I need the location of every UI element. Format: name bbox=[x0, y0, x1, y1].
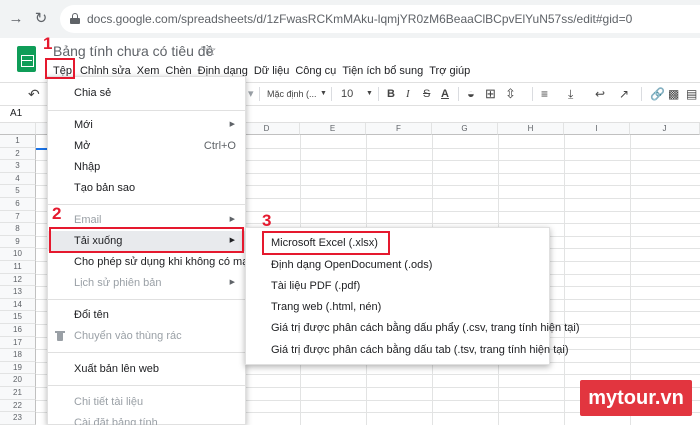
annotation-step-1: 1 bbox=[43, 34, 53, 53]
column-header-j[interactable]: J bbox=[630, 123, 700, 135]
insert-link-icon[interactable]: 🔗 bbox=[650, 86, 665, 102]
row-header[interactable]: 15 bbox=[0, 311, 36, 324]
row-header[interactable]: 2 bbox=[0, 147, 36, 161]
row-header[interactable]: 19 bbox=[0, 361, 36, 375]
strikethrough-button[interactable]: S bbox=[423, 86, 430, 102]
download-tsv[interactable]: Giá trị được phân cách bằng dấu tab (.ts… bbox=[246, 340, 568, 361]
document-title[interactable]: Bảng tính chưa có tiêu đề bbox=[53, 43, 213, 59]
annotation-box-file-menu bbox=[45, 58, 75, 79]
menu-item-share[interactable]: Chia sẻ bbox=[48, 83, 245, 103]
mytour-watermark: mytour.vn bbox=[580, 380, 692, 416]
undo-icon[interactable]: ↶ bbox=[28, 86, 40, 102]
menu-item-version-history: Lịch sử phiên bản ▶ bbox=[48, 273, 245, 293]
menu-item-settings: Cài đặt bảng tính bbox=[74, 417, 158, 425]
annotation-step-3: 3 bbox=[262, 211, 272, 230]
back-arrow-icon[interactable]: → bbox=[6, 9, 26, 29]
text-color-button[interactable]: A bbox=[441, 86, 449, 102]
menu-help[interactable]: Trợ giúp bbox=[426, 62, 473, 80]
menu-item-publish[interactable]: Xuất bản lên web bbox=[48, 359, 245, 379]
menu-item-new[interactable]: Mới ▶ bbox=[48, 115, 245, 135]
row-header[interactable]: 5 bbox=[0, 185, 36, 198]
row-header[interactable]: 3 bbox=[0, 160, 36, 173]
row-header[interactable]: 12 bbox=[0, 273, 36, 287]
menu-item-trash: Chuyển vào thùng rác bbox=[48, 326, 245, 346]
select-all-corner[interactable] bbox=[0, 123, 36, 135]
download-html[interactable]: Trang web (.html, nén) bbox=[246, 297, 549, 318]
sheets-logo-icon[interactable] bbox=[17, 46, 36, 72]
download-pdf[interactable]: Tài liệu PDF (.pdf) bbox=[246, 276, 549, 297]
fill-color-icon[interactable]: ◒ bbox=[467, 86, 475, 102]
annotation-box-xlsx bbox=[262, 231, 390, 255]
address-bar[interactable]: docs.google.com/spreadsheets/d/1zFwasRCK… bbox=[60, 5, 700, 33]
lock-icon bbox=[70, 13, 80, 24]
annotation-box-download bbox=[49, 227, 244, 253]
menu-tools[interactable]: Công cụ bbox=[292, 62, 339, 80]
horizontal-align-icon[interactable]: ≡ bbox=[541, 86, 548, 102]
merge-cells-icon[interactable]: ⇳ bbox=[505, 86, 516, 102]
menu-data[interactable]: Dữ liệu bbox=[251, 62, 293, 80]
column-header-i[interactable]: I bbox=[564, 123, 630, 135]
submenu-arrow-icon: ▶ bbox=[229, 121, 235, 128]
column-header-g[interactable]: G bbox=[432, 123, 498, 135]
toolbar-dropdown-arrow-icon[interactable]: ▾ bbox=[248, 86, 254, 102]
url-text: docs.google.com/spreadsheets/d/1zFwasRCK… bbox=[87, 12, 633, 26]
menu-item-make-copy[interactable]: Tạo bản sao bbox=[48, 178, 245, 198]
row-header[interactable]: 22 bbox=[0, 399, 36, 413]
row-header[interactable]: 10 bbox=[0, 248, 36, 261]
grid-column-line bbox=[564, 135, 565, 425]
text-wrap-icon[interactable]: ↩ bbox=[595, 86, 605, 102]
browser-toolbar: → ↻ docs.google.com/spreadsheets/d/1zFwa… bbox=[0, 0, 700, 38]
download-ods[interactable]: Định dạng OpenDocument (.ods) bbox=[246, 255, 549, 276]
font-size-select[interactable]: 10 bbox=[341, 86, 353, 102]
row-header[interactable]: 17 bbox=[0, 336, 36, 350]
row-header[interactable]: 21 bbox=[0, 387, 36, 400]
cell-name-box[interactable]: A1 bbox=[10, 108, 22, 119]
text-rotation-icon[interactable]: ↗ bbox=[619, 86, 629, 102]
menu-addons[interactable]: Tiện ích bổ sung bbox=[339, 62, 426, 80]
row-header[interactable]: 11 bbox=[0, 261, 36, 274]
row-header[interactable]: 14 bbox=[0, 298, 36, 312]
row-header[interactable]: 6 bbox=[0, 198, 36, 211]
menu-item-rename[interactable]: Đổi tên bbox=[48, 305, 245, 325]
download-csv[interactable]: Giá trị được phân cách bằng dấu phẩy (.c… bbox=[246, 318, 580, 339]
row-header[interactable]: 8 bbox=[0, 223, 36, 236]
row-header[interactable]: 23 bbox=[0, 412, 36, 425]
row-header[interactable]: 7 bbox=[0, 210, 36, 224]
row-header[interactable]: 20 bbox=[0, 374, 36, 387]
menu-item-import[interactable]: Nhập bbox=[48, 157, 245, 177]
menu-item-details: Chi tiết tài liệu bbox=[74, 396, 144, 408]
menu-item-open[interactable]: Mở Ctrl+O bbox=[48, 136, 245, 156]
bold-button[interactable]: B bbox=[387, 86, 395, 102]
insert-chart-icon[interactable]: ▤ bbox=[686, 86, 697, 102]
reload-icon[interactable]: ↻ bbox=[31, 9, 51, 29]
row-header[interactable]: 9 bbox=[0, 235, 36, 249]
row-header[interactable]: 16 bbox=[0, 324, 36, 337]
size-chevron-icon[interactable]: ▼ bbox=[366, 86, 373, 102]
column-header-h[interactable]: H bbox=[498, 123, 564, 135]
submenu-arrow-icon: ▶ bbox=[229, 279, 235, 286]
open-shortcut: Ctrl+O bbox=[203, 140, 236, 152]
borders-icon[interactable]: ⊞ bbox=[485, 86, 496, 102]
annotation-step-2: 2 bbox=[52, 204, 62, 223]
insert-comment-icon[interactable]: ▩ bbox=[668, 86, 679, 102]
font-chevron-icon[interactable]: ▼ bbox=[320, 86, 327, 102]
row-header[interactable]: 18 bbox=[0, 349, 36, 362]
row-header[interactable]: 1 bbox=[0, 135, 36, 148]
vertical-align-icon[interactable]: ⤓ bbox=[568, 86, 573, 102]
italic-button[interactable]: I bbox=[406, 86, 410, 102]
trash-icon bbox=[55, 331, 65, 341]
column-header-f[interactable]: F bbox=[366, 123, 432, 135]
font-family-select[interactable]: Mặc định (... bbox=[267, 86, 317, 102]
menu-item-offline[interactable]: Cho phép sử dụng khi không có mạng bbox=[48, 252, 261, 272]
star-icon[interactable]: ☆ bbox=[204, 42, 217, 59]
row-header[interactable]: 13 bbox=[0, 286, 36, 299]
row-header[interactable]: 4 bbox=[0, 172, 36, 186]
column-header-e[interactable]: E bbox=[300, 123, 366, 135]
